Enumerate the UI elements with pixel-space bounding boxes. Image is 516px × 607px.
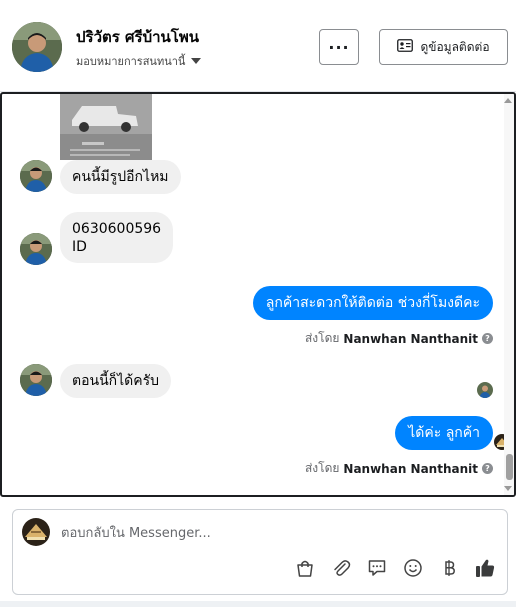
sent-by-agent: Nanwhan Nanthanit [343, 331, 478, 346]
scrollbar-thumb[interactable] [506, 454, 513, 480]
outgoing-message: ลูกค้าสะดวกให้ติดต่อ ช่วงกี่โมงดีคะ [252, 286, 493, 321]
scrollbar[interactable] [504, 94, 514, 495]
contact-avatar[interactable] [20, 160, 52, 192]
thumbs-up-icon[interactable] [473, 556, 497, 580]
sent-by-label: ส่งโดย Nanwhan Nanthanit ? [305, 329, 493, 348]
assign-label: มอบหมายการสนทนานี้ [76, 55, 186, 68]
baht-icon[interactable] [437, 556, 461, 580]
shopping-bag-icon[interactable] [293, 556, 317, 580]
message-thread[interactable]: คนนี้มีรูปอีกไหม 0630600596 ID ลูกค้าสะด… [0, 92, 516, 497]
conversation-header: ปริวัตร ศรีบ้านโพน มอบหมายการสนทนานี้ ··… [0, 0, 516, 92]
paperclip-icon[interactable] [329, 556, 353, 580]
incoming-message: ตอนนี้ก็ได้ครับ [60, 364, 172, 399]
contact-name: ปริวัตร ศรีบ้านโพน [76, 28, 199, 46]
composer-toolbar [293, 556, 497, 580]
sent-by-prefix: ส่งโดย [304, 331, 340, 345]
reply-composer [12, 509, 508, 595]
bottom-divider [0, 601, 516, 607]
speech-bubble-icon[interactable] [365, 556, 389, 580]
sent-by-label: ส่งโดย Nanwhan Nanthanit ? [305, 459, 493, 478]
help-icon[interactable]: ? [482, 333, 493, 344]
reply-input[interactable] [61, 522, 481, 544]
shared-image[interactable] [60, 94, 152, 160]
view-contact-label: ดูข้อมูลติดต่อ [420, 39, 490, 54]
contact-avatar[interactable] [20, 233, 52, 265]
sent-by-prefix: ส่งโดย [304, 461, 340, 475]
help-icon[interactable]: ? [482, 463, 493, 474]
seen-receipt-avatar [477, 382, 493, 398]
outgoing-message: ได้ค่ะ ลูกค้า [395, 416, 493, 451]
emoji-icon[interactable] [401, 556, 425, 580]
assign-conversation-dropdown[interactable]: มอบหมายการสนทนานี้ [76, 52, 202, 70]
incoming-message: 0630600596 ID [60, 212, 174, 264]
contact-card-icon [397, 39, 414, 55]
view-contact-button[interactable]: ดูข้อมูลติดต่อ [379, 29, 508, 65]
sent-by-agent: Nanwhan Nanthanit [343, 461, 478, 476]
page-avatar [22, 518, 50, 546]
contact-avatar[interactable] [20, 364, 52, 396]
more-options-button[interactable]: ··· [319, 29, 359, 65]
scroll-down-arrow-icon[interactable] [504, 486, 512, 491]
incoming-message: คนนี้มีรูปอีกไหม [60, 160, 181, 195]
message-line: 0630600596 [72, 221, 162, 237]
caret-down-icon [191, 58, 202, 64]
contact-avatar[interactable] [12, 22, 62, 72]
scroll-up-arrow-icon[interactable] [504, 98, 512, 103]
more-icon: ··· [328, 37, 350, 57]
message-line: ID [72, 239, 87, 256]
